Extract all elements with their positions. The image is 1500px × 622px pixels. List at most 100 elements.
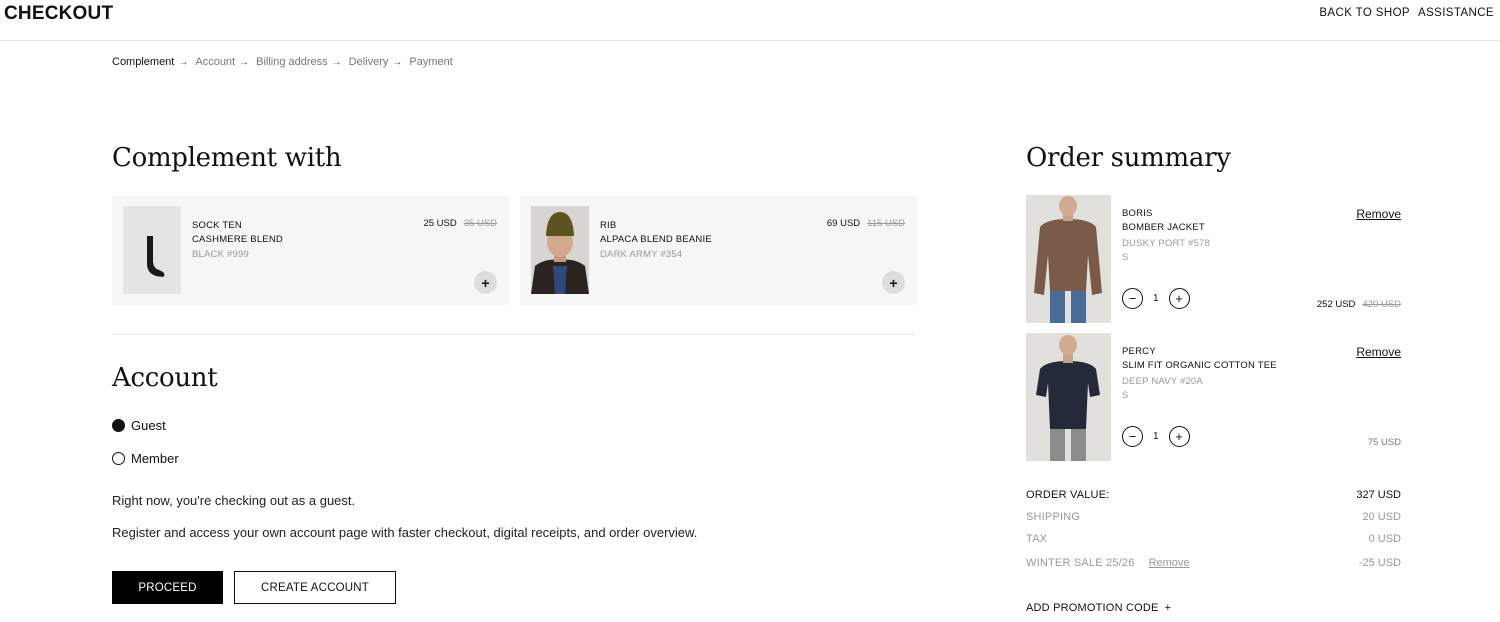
add-item-button[interactable]: + (882, 271, 905, 294)
plus-icon: + (1175, 429, 1183, 444)
breadcrumb-label: Delivery (348, 56, 389, 68)
remove-item-link[interactable]: Remove (1356, 345, 1401, 359)
product-name[interactable]: BORIS BOMBER JACKET (1122, 207, 1205, 235)
current-price: 69 USD (826, 218, 861, 229)
current-price: 25 USD (423, 218, 457, 229)
item-price: 75 USD (1368, 437, 1401, 448)
breadcrumb-label: Billing address (256, 56, 328, 68)
guest-info-text: Right now, you're checking out as a gues… (112, 493, 356, 508)
product-color: DARK ARMY #354 (600, 249, 683, 260)
tax-row: TAX 0 USD (1026, 533, 1401, 545)
order-summary-heading: Order summary (1026, 143, 1231, 173)
shipping-row: SHIPPING 20 USD (1026, 511, 1401, 523)
top-links: BACK TO SHOP ASSISTANCE (1319, 7, 1494, 19)
account-heading: Account (112, 363, 218, 393)
product-details: DUSKY PORT #578 S (1122, 237, 1210, 265)
complement-heading: Complement with (112, 143, 342, 173)
promo-label: ADD PROMOTION CODE (1026, 602, 1159, 614)
product-name[interactable]: RIB ALPACA BLEND BEANIE (600, 219, 712, 247)
decrease-quantity-button[interactable]: − (1122, 288, 1143, 309)
breadcrumb-account[interactable]: Account → (195, 56, 249, 68)
discount-label: WINTER SALE 25/26 (1026, 557, 1135, 569)
cart-item-boris: BORIS BOMBER JACKET DUSKY PORT #578 S Re… (1026, 195, 1401, 323)
product-name-line2: ALPACA BLEND BEANIE (600, 234, 712, 245)
arrow-right-icon: → (331, 56, 342, 68)
shipping-label: SHIPPING (1026, 511, 1081, 523)
guest-label: Guest (131, 418, 166, 433)
breadcrumb-label: Payment (409, 56, 453, 68)
product-color: BLACK #999 (192, 249, 249, 260)
breadcrumb-billing-address[interactable]: Billing address → (256, 56, 342, 68)
product-name-line2: SLIM FIT ORGANIC COTTON TEE (1122, 360, 1277, 371)
back-to-shop-link[interactable]: BACK TO SHOP (1319, 7, 1410, 19)
order-value-row: ORDER VALUE: 327 USD (1026, 489, 1401, 501)
beanie-model-image (531, 206, 589, 294)
minus-icon: − (1128, 429, 1137, 444)
product-name[interactable]: PERCY SLIM FIT ORGANIC COTTON TEE (1122, 345, 1277, 373)
quantity-value: 1 (1153, 293, 1159, 304)
shipping-amount: 20 USD (1362, 511, 1401, 523)
create-account-button[interactable]: CREATE ACCOUNT (234, 571, 396, 604)
plus-icon: + (1164, 602, 1172, 614)
remove-item-link[interactable]: Remove (1356, 207, 1401, 221)
product-size: S (1122, 390, 1129, 401)
quantity-stepper: − 1 + (1122, 426, 1190, 447)
proceed-button[interactable]: PROCEED (112, 571, 223, 604)
increase-quantity-button[interactable]: + (1168, 288, 1190, 309)
product-price: 25 USD 35 USD (423, 218, 497, 229)
increase-quantity-button[interactable]: + (1168, 426, 1190, 447)
arrow-right-icon: → (239, 56, 250, 68)
product-price: 69 USD 115 USD (827, 218, 905, 229)
old-price: 115 USD (867, 218, 905, 229)
tax-amount: 0 USD (1368, 533, 1401, 545)
breadcrumb-payment[interactable]: Payment (409, 56, 452, 68)
breadcrumb: Complement → Account → Billing address → De… (112, 56, 460, 68)
plus-icon: + (1175, 291, 1183, 306)
product-details: DEEP NAVY #20A S (1122, 375, 1203, 403)
quantity-stepper: − 1 + (1122, 288, 1190, 309)
decrease-quantity-button[interactable]: − (1122, 426, 1143, 447)
add-promotion-code-button[interactable]: ADD PROMOTION CODE + (1026, 602, 1171, 614)
discount-label-group: WINTER SALE 25/26 Remove (1026, 557, 1190, 569)
product-color: DEEP NAVY #20A (1122, 376, 1203, 387)
top-bar: CHECKOUT BACK TO SHOP ASSISTANCE (0, 0, 1500, 41)
product-name-line2: BOMBER JACKET (1122, 222, 1205, 233)
breadcrumb-label: Account (195, 56, 236, 68)
old-price: 420 USD (1362, 299, 1401, 310)
product-name[interactable]: SOCK TEN CASHMERE BLEND (192, 219, 283, 247)
register-info-text: Register and access your own account pag… (112, 525, 698, 540)
radio-selected-icon (112, 419, 125, 432)
product-color: DUSKY PORT #578 (1122, 238, 1211, 249)
cart-item-percy: PERCY SLIM FIT ORGANIC COTTON TEE DEEP N… (1026, 333, 1401, 461)
item-price: 252 USD 420 USD (1317, 299, 1401, 310)
arrow-right-icon: → (392, 56, 403, 68)
member-radio[interactable]: Member (112, 451, 179, 466)
discount-row: WINTER SALE 25/26 Remove -25 USD (1026, 557, 1401, 569)
tee-image (1026, 333, 1111, 461)
arrow-right-icon: → (178, 56, 189, 68)
guest-radio[interactable]: Guest (112, 418, 166, 433)
section-divider (112, 334, 916, 335)
product-size: S (1122, 252, 1129, 263)
assistance-link[interactable]: ASSISTANCE (1418, 7, 1494, 19)
tax-label: TAX (1026, 533, 1048, 545)
current-price: 75 USD (1367, 437, 1401, 448)
discount-amount: -25 USD (1358, 557, 1401, 569)
breadcrumb-delivery[interactable]: Delivery → (349, 56, 403, 68)
bomber-jacket-image (1026, 195, 1111, 323)
order-value-amount: 327 USD (1356, 489, 1401, 501)
complement-card-sock: SOCK TEN CASHMERE BLEND BLACK #999 25 US… (112, 196, 509, 305)
order-value-label: ORDER VALUE: (1026, 489, 1110, 501)
quantity-value: 1 (1153, 431, 1159, 442)
breadcrumb-complement[interactable]: Complement → (112, 56, 188, 68)
breadcrumb-label: Complement (112, 56, 175, 68)
product-name-line1: BORIS (1122, 208, 1153, 219)
checkout-logo: CHECKOUT (4, 3, 114, 24)
current-price: 252 USD (1316, 299, 1356, 310)
old-price: 35 USD (463, 218, 497, 229)
product-name-line1: RIB (600, 220, 617, 231)
minus-icon: − (1128, 291, 1137, 306)
add-item-button[interactable]: + (474, 271, 497, 294)
remove-discount-link[interactable]: Remove (1149, 557, 1190, 569)
product-name-line2: CASHMERE BLEND (192, 234, 283, 245)
